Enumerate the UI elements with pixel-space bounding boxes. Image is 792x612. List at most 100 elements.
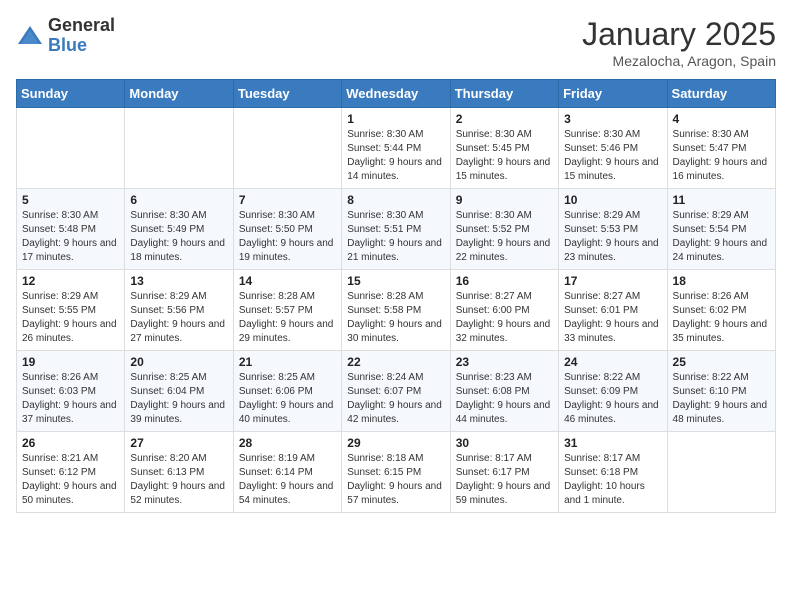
day-info: Sunrise: 8:17 AM Sunset: 6:18 PM Dayligh… <box>564 452 661 508</box>
day-cell: 7Sunrise: 8:30 AM Sunset: 5:50 PM Daylig… <box>233 189 341 270</box>
day-number: 27 <box>130 436 227 450</box>
day-info: Sunrise: 8:27 AM Sunset: 6:00 PM Dayligh… <box>456 290 553 346</box>
day-number: 12 <box>22 274 119 288</box>
day-cell: 13 Sunrise: 8:29 AM Sunset: 5:56 PM Dayli… <box>125 270 233 351</box>
day-info: Sunrise: 8:28 AM Sunset: 5:57 PM Dayligh… <box>239 290 336 346</box>
month-title: January 2025 <box>582 16 776 53</box>
day-info: Sunrise: 8:22 AM Sunset: 6:09 PM Dayligh… <box>564 371 661 427</box>
logo-text: General Blue <box>48 16 115 56</box>
header-cell-tuesday: Tuesday <box>233 80 341 108</box>
week-row-1: 1Sunrise: 8:30 AM Sunset: 5:44 PM Daylig… <box>17 108 776 189</box>
day-cell <box>17 108 125 189</box>
day-number: 10 <box>564 193 661 207</box>
day-number: 11 <box>673 193 770 207</box>
day-number: 30 <box>456 436 553 450</box>
day-cell: 1Sunrise: 8:30 AM Sunset: 5:44 PM Daylig… <box>342 108 450 189</box>
day-number: 22 <box>347 355 444 369</box>
day-cell <box>125 108 233 189</box>
day-cell <box>667 432 775 513</box>
day-cell: 4 Sunrise: 8:30 AM Sunset: 5:47 PM Daylig… <box>667 108 775 189</box>
day-info: Sunrise: 8:29 AM Sunset: 5:56 PM Dayligh… <box>130 290 227 346</box>
day-info: Sunrise: 8:30 AM Sunset: 5:51 PM Dayligh… <box>347 209 444 265</box>
day-number: 6 <box>130 193 227 207</box>
day-cell: 21 Sunrise: 8:25 AM Sunset: 6:06 PM Dayli… <box>233 351 341 432</box>
day-cell: 20Sunrise: 8:25 AM Sunset: 6:04 PM Dayli… <box>125 351 233 432</box>
day-cell: 10 Sunrise: 8:29 AM Sunset: 5:53 PM Dayli… <box>559 189 667 270</box>
day-cell: 15Sunrise: 8:28 AM Sunset: 5:58 PM Dayli… <box>342 270 450 351</box>
header-cell-friday: Friday <box>559 80 667 108</box>
header-row: SundayMondayTuesdayWednesdayThursdayFrid… <box>17 80 776 108</box>
day-cell: 5 Sunrise: 8:30 AM Sunset: 5:48 PM Daylig… <box>17 189 125 270</box>
calendar-header: SundayMondayTuesdayWednesdayThursdayFrid… <box>17 80 776 108</box>
header-cell-thursday: Thursday <box>450 80 558 108</box>
day-cell: 27 Sunrise: 8:20 AM Sunset: 6:13 PM Dayli… <box>125 432 233 513</box>
day-info: Sunrise: 8:22 AM Sunset: 6:10 PM Dayligh… <box>673 371 770 427</box>
day-number: 8 <box>347 193 444 207</box>
day-cell: 14 Sunrise: 8:28 AM Sunset: 5:57 PM Dayli… <box>233 270 341 351</box>
logo-icon <box>16 22 44 50</box>
header-cell-saturday: Saturday <box>667 80 775 108</box>
title-block: January 2025 Mezalocha, Aragon, Spain <box>582 16 776 69</box>
day-number: 23 <box>456 355 553 369</box>
day-info: Sunrise: 8:29 AM Sunset: 5:55 PM Dayligh… <box>22 290 119 346</box>
day-number: 25 <box>673 355 770 369</box>
day-info: Sunrise: 8:27 AM Sunset: 6:01 PM Dayligh… <box>564 290 661 346</box>
logo-blue: Blue <box>48 35 87 55</box>
day-cell: 31Sunrise: 8:17 AM Sunset: 6:18 PM Dayli… <box>559 432 667 513</box>
day-cell: 19Sunrise: 8:26 AM Sunset: 6:03 PM Dayli… <box>17 351 125 432</box>
day-info: Sunrise: 8:24 AM Sunset: 6:07 PM Dayligh… <box>347 371 444 427</box>
header-cell-sunday: Sunday <box>17 80 125 108</box>
day-number: 21 <box>239 355 336 369</box>
day-info: Sunrise: 8:21 AM Sunset: 6:12 PM Dayligh… <box>22 452 119 508</box>
day-number: 24 <box>564 355 661 369</box>
day-number: 15 <box>347 274 444 288</box>
day-cell: 24 Sunrise: 8:22 AM Sunset: 6:09 PM Dayli… <box>559 351 667 432</box>
page-header: General Blue January 2025 Mezalocha, Ara… <box>16 16 776 69</box>
day-info: Sunrise: 8:26 AM Sunset: 6:02 PM Dayligh… <box>673 290 770 346</box>
day-number: 4 <box>673 112 770 126</box>
day-number: 18 <box>673 274 770 288</box>
day-cell: 22 Sunrise: 8:24 AM Sunset: 6:07 PM Dayli… <box>342 351 450 432</box>
day-number: 29 <box>347 436 444 450</box>
day-info: Sunrise: 8:29 AM Sunset: 5:53 PM Dayligh… <box>564 209 661 265</box>
day-cell: 28 Sunrise: 8:19 AM Sunset: 6:14 PM Dayli… <box>233 432 341 513</box>
week-row-2: 5 Sunrise: 8:30 AM Sunset: 5:48 PM Daylig… <box>17 189 776 270</box>
day-info: Sunrise: 8:25 AM Sunset: 6:06 PM Dayligh… <box>239 371 336 427</box>
day-info: Sunrise: 8:18 AM Sunset: 6:15 PM Dayligh… <box>347 452 444 508</box>
day-number: 14 <box>239 274 336 288</box>
day-info: Sunrise: 8:30 AM Sunset: 5:49 PM Dayligh… <box>130 209 227 265</box>
day-number: 1 <box>347 112 444 126</box>
day-info: Sunrise: 8:23 AM Sunset: 6:08 PM Dayligh… <box>456 371 553 427</box>
day-info: Sunrise: 8:30 AM Sunset: 5:48 PM Dayligh… <box>22 209 119 265</box>
day-cell: 26 Sunrise: 8:21 AM Sunset: 6:12 PM Dayli… <box>17 432 125 513</box>
day-number: 2 <box>456 112 553 126</box>
header-cell-monday: Monday <box>125 80 233 108</box>
day-info: Sunrise: 8:30 AM Sunset: 5:52 PM Dayligh… <box>456 209 553 265</box>
day-number: 19 <box>22 355 119 369</box>
day-cell: 3Sunrise: 8:30 AM Sunset: 5:46 PM Daylig… <box>559 108 667 189</box>
day-number: 20 <box>130 355 227 369</box>
logo-general: General <box>48 15 115 35</box>
day-cell: 12 Sunrise: 8:29 AM Sunset: 5:55 PM Dayli… <box>17 270 125 351</box>
day-info: Sunrise: 8:20 AM Sunset: 6:13 PM Dayligh… <box>130 452 227 508</box>
week-row-4: 19Sunrise: 8:26 AM Sunset: 6:03 PM Dayli… <box>17 351 776 432</box>
day-cell: 11 Sunrise: 8:29 AM Sunset: 5:54 PM Dayli… <box>667 189 775 270</box>
day-number: 5 <box>22 193 119 207</box>
day-cell: 9Sunrise: 8:30 AM Sunset: 5:52 PM Daylig… <box>450 189 558 270</box>
day-number: 26 <box>22 436 119 450</box>
day-info: Sunrise: 8:19 AM Sunset: 6:14 PM Dayligh… <box>239 452 336 508</box>
day-cell: 2Sunrise: 8:30 AM Sunset: 5:45 PM Daylig… <box>450 108 558 189</box>
calendar-table: SundayMondayTuesdayWednesdayThursdayFrid… <box>16 79 776 513</box>
day-cell: 29 Sunrise: 8:18 AM Sunset: 6:15 PM Dayli… <box>342 432 450 513</box>
day-number: 16 <box>456 274 553 288</box>
day-info: Sunrise: 8:29 AM Sunset: 5:54 PM Dayligh… <box>673 209 770 265</box>
day-info: Sunrise: 8:30 AM Sunset: 5:47 PM Dayligh… <box>673 128 770 184</box>
day-number: 28 <box>239 436 336 450</box>
week-row-5: 26 Sunrise: 8:21 AM Sunset: 6:12 PM Dayli… <box>17 432 776 513</box>
day-info: Sunrise: 8:30 AM Sunset: 5:46 PM Dayligh… <box>564 128 661 184</box>
day-number: 13 <box>130 274 227 288</box>
day-number: 7 <box>239 193 336 207</box>
day-cell: 23 Sunrise: 8:23 AM Sunset: 6:08 PM Dayli… <box>450 351 558 432</box>
logo: General Blue <box>16 16 115 56</box>
calendar-body: 1Sunrise: 8:30 AM Sunset: 5:44 PM Daylig… <box>17 108 776 513</box>
